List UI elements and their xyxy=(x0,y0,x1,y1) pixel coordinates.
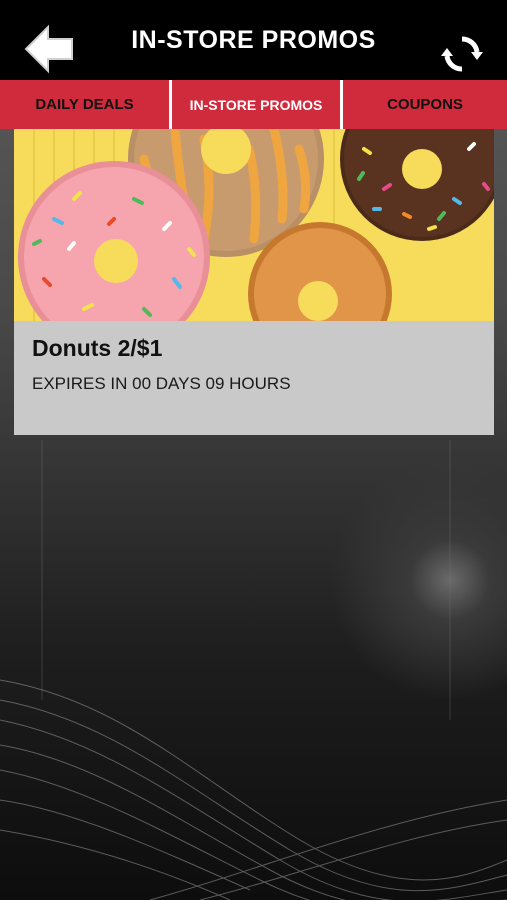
tab-bar: DAILY DEALS IN-STORE PROMOS COUPONS xyxy=(0,80,507,129)
tab-daily-deals[interactable]: DAILY DEALS xyxy=(0,80,169,129)
app-header: IN-STORE PROMOS xyxy=(0,0,507,80)
promo-image xyxy=(14,129,494,321)
back-arrow-icon xyxy=(24,24,73,74)
tab-in-store-promos[interactable]: IN-STORE PROMOS xyxy=(169,80,343,129)
promo-title: Donuts 2/$1 xyxy=(32,335,163,361)
back-button[interactable] xyxy=(24,24,76,74)
refresh-icon xyxy=(441,36,483,72)
tab-label: COUPONS xyxy=(387,96,463,113)
refresh-button[interactable] xyxy=(440,33,484,75)
page-title: IN-STORE PROMOS xyxy=(131,25,376,54)
promo-card[interactable]: Donuts 2/$1 EXPIRES IN 00 DAYS 09 HOURS xyxy=(14,129,494,435)
tab-label: IN-STORE PROMOS xyxy=(189,96,323,113)
tab-label: DAILY DEALS xyxy=(35,96,134,113)
promo-expiry: EXPIRES IN 00 DAYS 09 HOURS xyxy=(32,374,291,393)
tab-coupons[interactable]: COUPONS xyxy=(343,80,507,129)
